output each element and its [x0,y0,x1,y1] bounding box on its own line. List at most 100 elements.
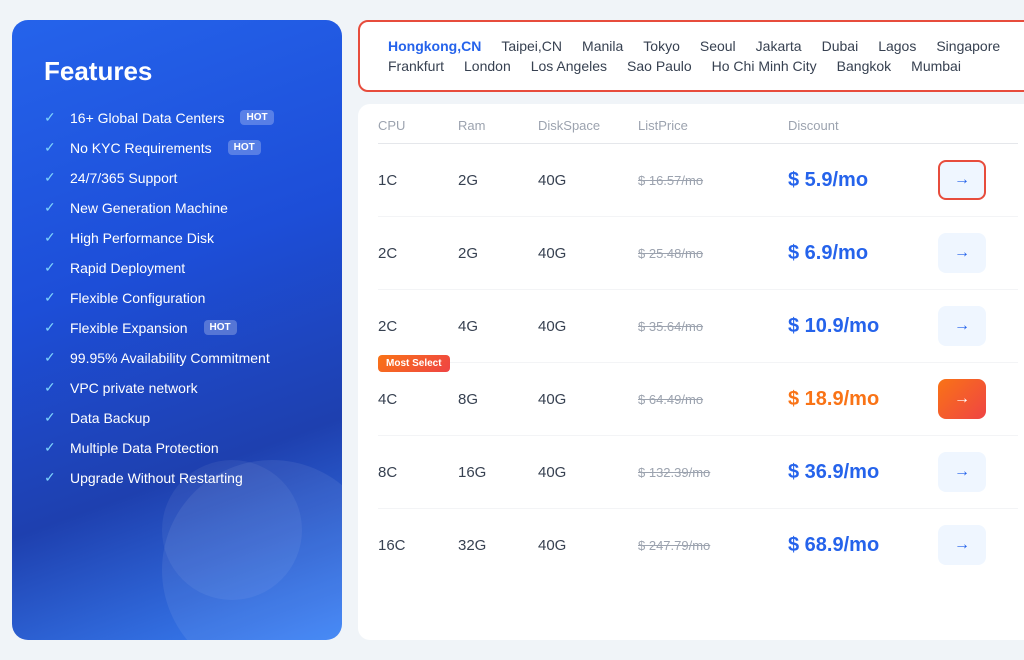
arrow-button-row-6[interactable]: → [938,525,986,565]
cell-ram: 8G [458,391,538,408]
pricing-rows: 1C2G40G$ 16.57/mo$ 5.9/mo→2C2G40G$ 25.48… [378,144,1018,581]
arrow-button-row-5[interactable]: → [938,452,986,492]
cell-discount-price: $ 68.9/mo [788,534,938,557]
feature-item-backup: ✓ Data Backup [44,409,314,426]
location-tokyo[interactable]: Tokyo [633,36,690,56]
feature-item-rapid: ✓ Rapid Deployment [44,259,314,276]
arrow-button-row-3[interactable]: → [938,306,986,346]
location-lagos[interactable]: Lagos [868,36,926,56]
feature-item-flexible-exp: ✓ Flexible Expansion HOT [44,319,314,336]
cell-disk: 40G [538,391,638,408]
feature-item-vpc: ✓ VPC private network [44,379,314,396]
check-icon: ✓ [44,379,60,396]
check-icon: ✓ [44,169,60,186]
location-sao-paulo[interactable]: Sao Paulo [617,56,702,76]
cell-list-price: $ 247.79/mo [638,538,788,553]
cell-discount-price: $ 5.9/mo [788,169,938,192]
cell-list-price: $ 25.48/mo [638,246,788,261]
location-row-1: Hongkong,CNTaipei,CNManilaTokyoSeoulJaka… [378,36,1018,56]
col-discount: Discount [788,118,938,133]
feature-item-no-kyc: ✓ No KYC Requirements HOT [44,139,314,156]
col-disk: DiskSpace [538,118,638,133]
location-singapore[interactable]: Singapore [926,36,1010,56]
location-mumbai[interactable]: Mumbai [901,56,971,76]
check-icon: ✓ [44,469,60,486]
feature-text-high-disk: High Performance Disk [70,230,214,246]
col-listprice: ListPrice [638,118,788,133]
arrow-button-row-2[interactable]: → [938,233,986,273]
location-seoul[interactable]: Seoul [690,36,746,56]
cell-discount-price: $ 10.9/mo [788,315,938,338]
feature-item-support: ✓ 24/7/365 Support [44,169,314,186]
main-container: Features ✓16+ Global Data CentersHOT✓No … [12,20,1012,640]
check-icon: ✓ [44,349,60,366]
table-row-row-4: Most Select4C8G40G$ 64.49/mo$ 18.9/mo→ [378,363,1018,436]
feature-text-new-gen: New Generation Machine [70,200,228,216]
pricing-box: CPU Ram DiskSpace ListPrice Discount 1C2… [358,104,1024,640]
feature-text-availability: 99.95% Availability Commitment [70,350,270,366]
check-icon: ✓ [44,229,60,246]
cell-disk: 40G [538,318,638,335]
feature-text-rapid: Rapid Deployment [70,260,185,276]
hot-badge-no-kyc: HOT [228,140,261,155]
table-row-row-2: 2C2G40G$ 25.48/mo$ 6.9/mo→ [378,217,1018,290]
cell-ram: 4G [458,318,538,335]
feature-text-flexible-exp: Flexible Expansion [70,320,188,336]
check-icon: ✓ [44,409,60,426]
feature-text-global-dc: 16+ Global Data Centers [70,110,224,126]
right-panel: Hongkong,CNTaipei,CNManilaTokyoSeoulJaka… [342,20,1024,640]
check-icon: ✓ [44,139,60,156]
col-ram: Ram [458,118,538,133]
hot-badge-flexible-exp: HOT [204,320,237,335]
feature-text-support: 24/7/365 Support [70,170,177,186]
check-icon: ✓ [44,259,60,276]
cell-disk: 40G [538,245,638,262]
location-los-angeles[interactable]: Los Angeles [521,56,617,76]
cell-ram: 2G [458,172,538,189]
location-dubai[interactable]: Dubai [812,36,869,56]
feature-item-global-dc: ✓ 16+ Global Data Centers HOT [44,109,314,126]
hot-badge-global-dc: HOT [240,110,273,125]
check-icon: ✓ [44,439,60,456]
cell-discount-price: $ 6.9/mo [788,242,938,265]
arrow-button-row-1[interactable]: → [938,160,986,200]
cell-disk: 40G [538,537,638,554]
feature-text-no-kyc: No KYC Requirements [70,140,212,156]
feature-item-new-gen: ✓New Generation Machine [44,199,314,216]
feature-text-multi-protect: Multiple Data Protection [70,440,219,456]
cell-ram: 16G [458,464,538,481]
location-hongkong[interactable]: Hongkong,CN [378,36,491,56]
feature-text-vpc: VPC private network [70,380,198,396]
cell-list-price: $ 64.49/mo [638,392,788,407]
location-london[interactable]: London [454,56,521,76]
location-ho-chi-minh[interactable]: Ho Chi Minh City [702,56,827,76]
cell-cpu: 16C [378,537,458,554]
features-panel: Features ✓16+ Global Data CentersHOT✓No … [12,20,342,640]
feature-text-backup: Data Backup [70,410,150,426]
cell-discount-price: $ 36.9/mo [788,461,938,484]
feature-item-no-restart: ✓Upgrade Without Restarting [44,469,314,486]
check-icon: ✓ [44,319,60,336]
table-header: CPU Ram DiskSpace ListPrice Discount [378,104,1018,144]
check-icon: ✓ [44,289,60,306]
check-icon: ✓ [44,109,60,126]
cell-cpu: 4C [378,391,458,408]
arrow-button-row-4[interactable]: → [938,379,986,419]
cell-cpu: 8C [378,464,458,481]
location-bangkok[interactable]: Bangkok [827,56,901,76]
location-taipei[interactable]: Taipei,CN [491,36,572,56]
table-row-row-1: 1C2G40G$ 16.57/mo$ 5.9/mo→ [378,144,1018,217]
cell-list-price: $ 16.57/mo [638,173,788,188]
cell-cpu: 2C [378,318,458,335]
location-frankfurt[interactable]: Frankfurt [378,56,454,76]
cell-cpu: 2C [378,245,458,262]
features-list: ✓ 16+ Global Data Centers HOT ✓ No KYC Requi… [44,109,314,486]
location-manila[interactable]: Manila [572,36,633,56]
cell-discount-price: $ 18.9/mo [788,388,938,411]
most-select-badge: Most Select [378,355,450,372]
location-jakarta[interactable]: Jakarta [746,36,812,56]
feature-item-flexible-config: ✓Flexible Configuration [44,289,314,306]
cell-cpu: 1C [378,172,458,189]
cell-list-price: $ 35.64/mo [638,319,788,334]
feature-item-high-disk: ✓ High Performance Disk [44,229,314,246]
